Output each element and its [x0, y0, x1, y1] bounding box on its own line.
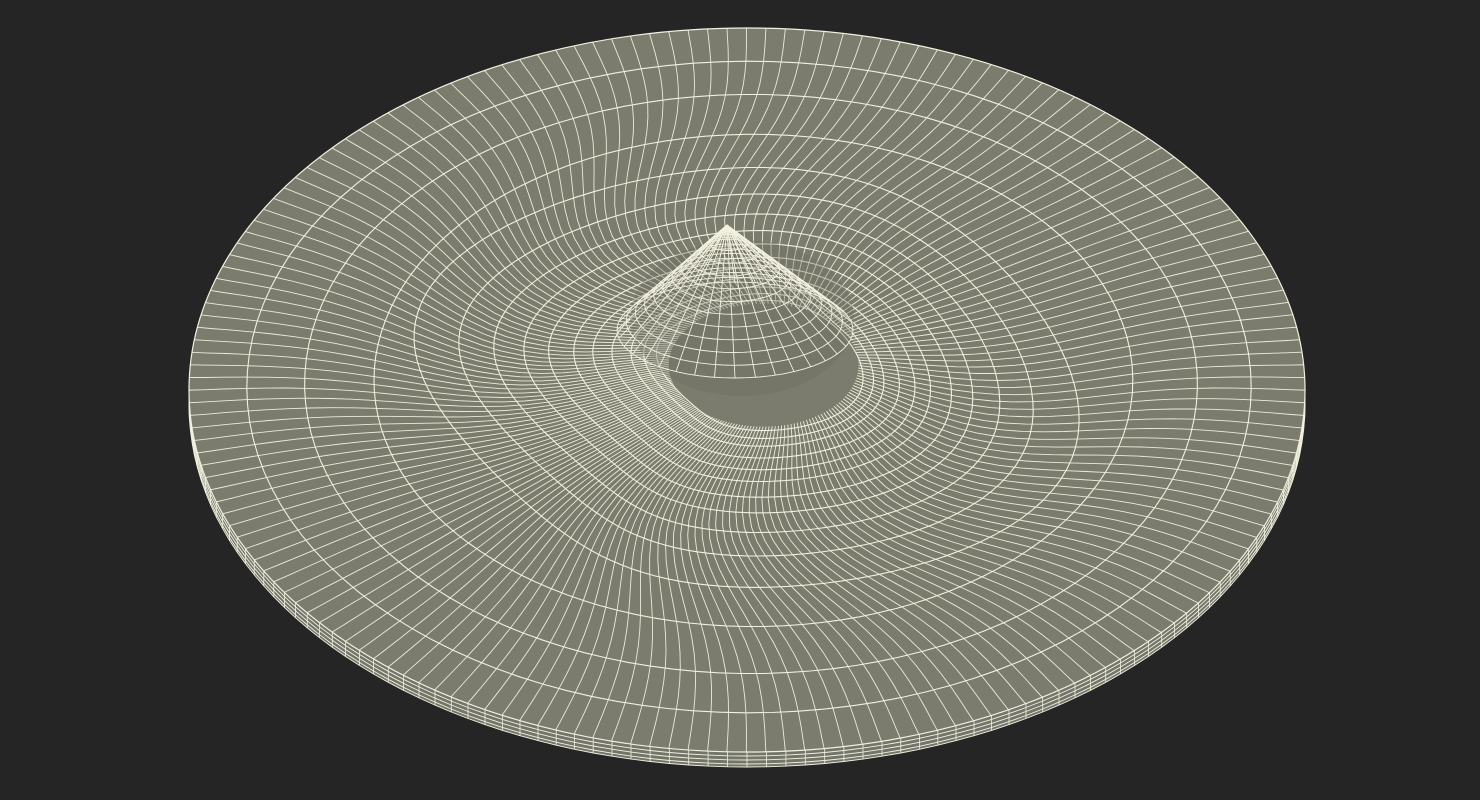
- render-viewport[interactable]: [0, 0, 1480, 800]
- wireframe-render: [188, 27, 1306, 768]
